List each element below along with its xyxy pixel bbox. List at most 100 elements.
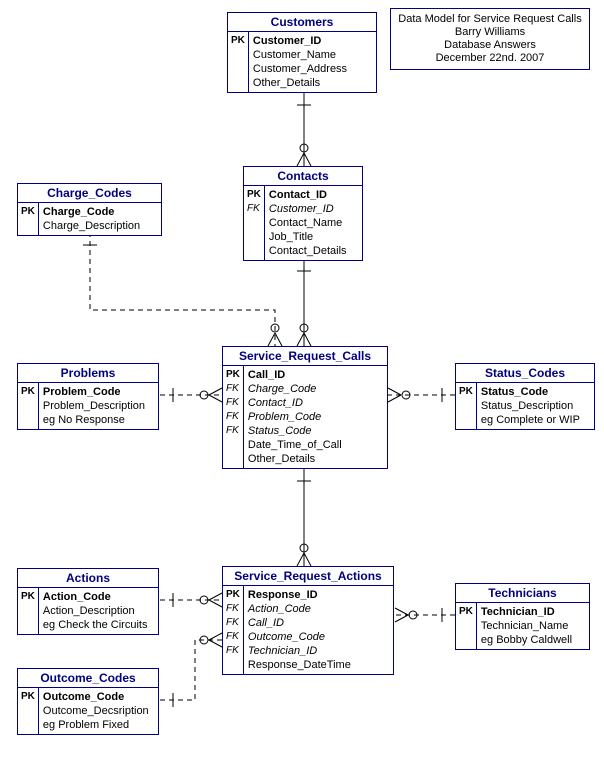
field-name: Customer_Address (253, 62, 372, 76)
key-indicator: PK (231, 34, 245, 48)
key-indicator (21, 704, 35, 718)
entity-title: Technicians (456, 584, 589, 603)
key-indicator: FK (226, 424, 240, 438)
field-name: Technician_ID (248, 644, 389, 658)
key-indicator: PK (226, 588, 240, 602)
entity-title: Customers (228, 13, 376, 32)
key-indicator (21, 399, 35, 413)
key-indicator: FK (226, 396, 240, 410)
key-indicator (459, 619, 473, 633)
field-name: eg Complete or WIP (481, 413, 590, 427)
entity-title: Contacts (244, 167, 362, 186)
key-indicator (459, 413, 473, 427)
key-indicator (21, 718, 35, 732)
entity-actions: Actions PK Action_CodeAction_Descriptione… (17, 568, 159, 635)
entity-service-request-calls: Service_Request_CallsPKFKFKFKFK Call_IDC… (222, 346, 388, 469)
field-name: eg Check the Circuits (43, 618, 154, 632)
field-name: Other_Details (253, 76, 372, 90)
key-indicator: FK (226, 410, 240, 424)
field-name: Technician_ID (481, 605, 585, 619)
field-name: eg No Response (43, 413, 154, 427)
field-name: Contact_ID (269, 188, 358, 202)
field-name: Outcome_Code (43, 690, 154, 704)
field-name: Status_Code (248, 424, 383, 438)
key-indicator (231, 62, 245, 76)
er-diagram-canvas: { "note": { "line1": "Data Model for Ser… (0, 0, 604, 769)
field-name: Date_Time_of_Call (248, 438, 383, 452)
key-indicator (21, 413, 35, 427)
field-name: Job_Title (269, 230, 358, 244)
key-indicator (226, 658, 240, 672)
entity-title: Problems (18, 364, 158, 383)
entity-status-codes: Status_Codes PK Status_CodeStatus_Descrip… (455, 363, 595, 430)
key-indicator: PK (247, 188, 261, 202)
note-line: December 22nd. 2007 (397, 52, 583, 65)
key-indicator: PK (226, 368, 240, 382)
entity-charge-codes: Charge_Codes PK Charge_CodeCharge_Descrip… (17, 183, 162, 236)
key-indicator: FK (226, 630, 240, 644)
field-name: Action_Code (43, 590, 154, 604)
key-indicator: FK (247, 202, 261, 216)
key-indicator (247, 216, 261, 230)
entity-title: Service_Request_Actions (223, 567, 393, 586)
note-line: Data Model for Service Request Calls (397, 13, 583, 26)
key-indicator: FK (226, 602, 240, 616)
note-line: Barry Williams (397, 26, 583, 39)
entity-title: Actions (18, 569, 158, 588)
key-indicator (226, 438, 240, 452)
key-indicator (21, 219, 35, 233)
entity-outcome-codes: Outcome_Codes PK Outcome_CodeOutcome_Decs… (17, 668, 159, 735)
key-indicator (21, 618, 35, 632)
entity-contacts: ContactsPKFK Contact_IDCustomer_IDContac… (243, 166, 363, 261)
field-name: Customer_Name (253, 48, 372, 62)
field-name: Other_Details (248, 452, 383, 466)
key-indicator: FK (226, 644, 240, 658)
field-name: Contact_ID (248, 396, 383, 410)
key-indicator (231, 48, 245, 62)
field-name: Call_ID (248, 616, 389, 630)
field-name: Response_ID (248, 588, 389, 602)
key-indicator (247, 244, 261, 258)
key-indicator (21, 604, 35, 618)
key-indicator: PK (21, 590, 35, 604)
field-name: Problem_Code (248, 410, 383, 424)
field-name: Outcome_Code (248, 630, 389, 644)
field-name: Charge_Code (43, 205, 157, 219)
key-indicator: PK (459, 605, 473, 619)
key-indicator: FK (226, 382, 240, 396)
key-indicator: PK (21, 385, 35, 399)
entity-problems: Problems PK Problem_CodeProblem_Descripti… (17, 363, 159, 430)
field-name: Technician_Name (481, 619, 585, 633)
entity-title: Charge_Codes (18, 184, 161, 203)
field-name: Problem_Code (43, 385, 154, 399)
note-line: Database Answers (397, 39, 583, 52)
entity-customers: CustomersPK Customer_IDCustomer_NameCust… (227, 12, 377, 93)
key-indicator: FK (226, 616, 240, 630)
field-name: Charge_Description (43, 219, 157, 233)
field-name: Action_Description (43, 604, 154, 618)
diagram-note: Data Model for Service Request Calls Bar… (390, 8, 590, 70)
field-name: Contact_Name (269, 216, 358, 230)
key-indicator (459, 399, 473, 413)
field-name: Action_Code (248, 602, 389, 616)
key-indicator (247, 230, 261, 244)
field-name: Status_Description (481, 399, 590, 413)
entity-title: Service_Request_Calls (223, 347, 387, 366)
key-indicator: PK (21, 205, 35, 219)
field-name: Contact_Details (269, 244, 358, 258)
field-name: Charge_Code (248, 382, 383, 396)
key-indicator (226, 452, 240, 466)
entity-service-request-actions: Service_Request_ActionsPKFKFKFKFK Respon… (222, 566, 394, 675)
field-name: Status_Code (481, 385, 590, 399)
field-name: Outcome_Decsription (43, 704, 154, 718)
key-indicator: PK (459, 385, 473, 399)
field-name: Customer_ID (269, 202, 358, 216)
entity-technicians: Technicians PK Technician_IDTechnician_Na… (455, 583, 590, 650)
field-name: Problem_Description (43, 399, 154, 413)
entity-title: Status_Codes (456, 364, 594, 383)
field-name: eg Bobby Caldwell (481, 633, 585, 647)
entity-title: Outcome_Codes (18, 669, 158, 688)
field-name: Call_ID (248, 368, 383, 382)
key-indicator (231, 76, 245, 90)
key-indicator: PK (21, 690, 35, 704)
